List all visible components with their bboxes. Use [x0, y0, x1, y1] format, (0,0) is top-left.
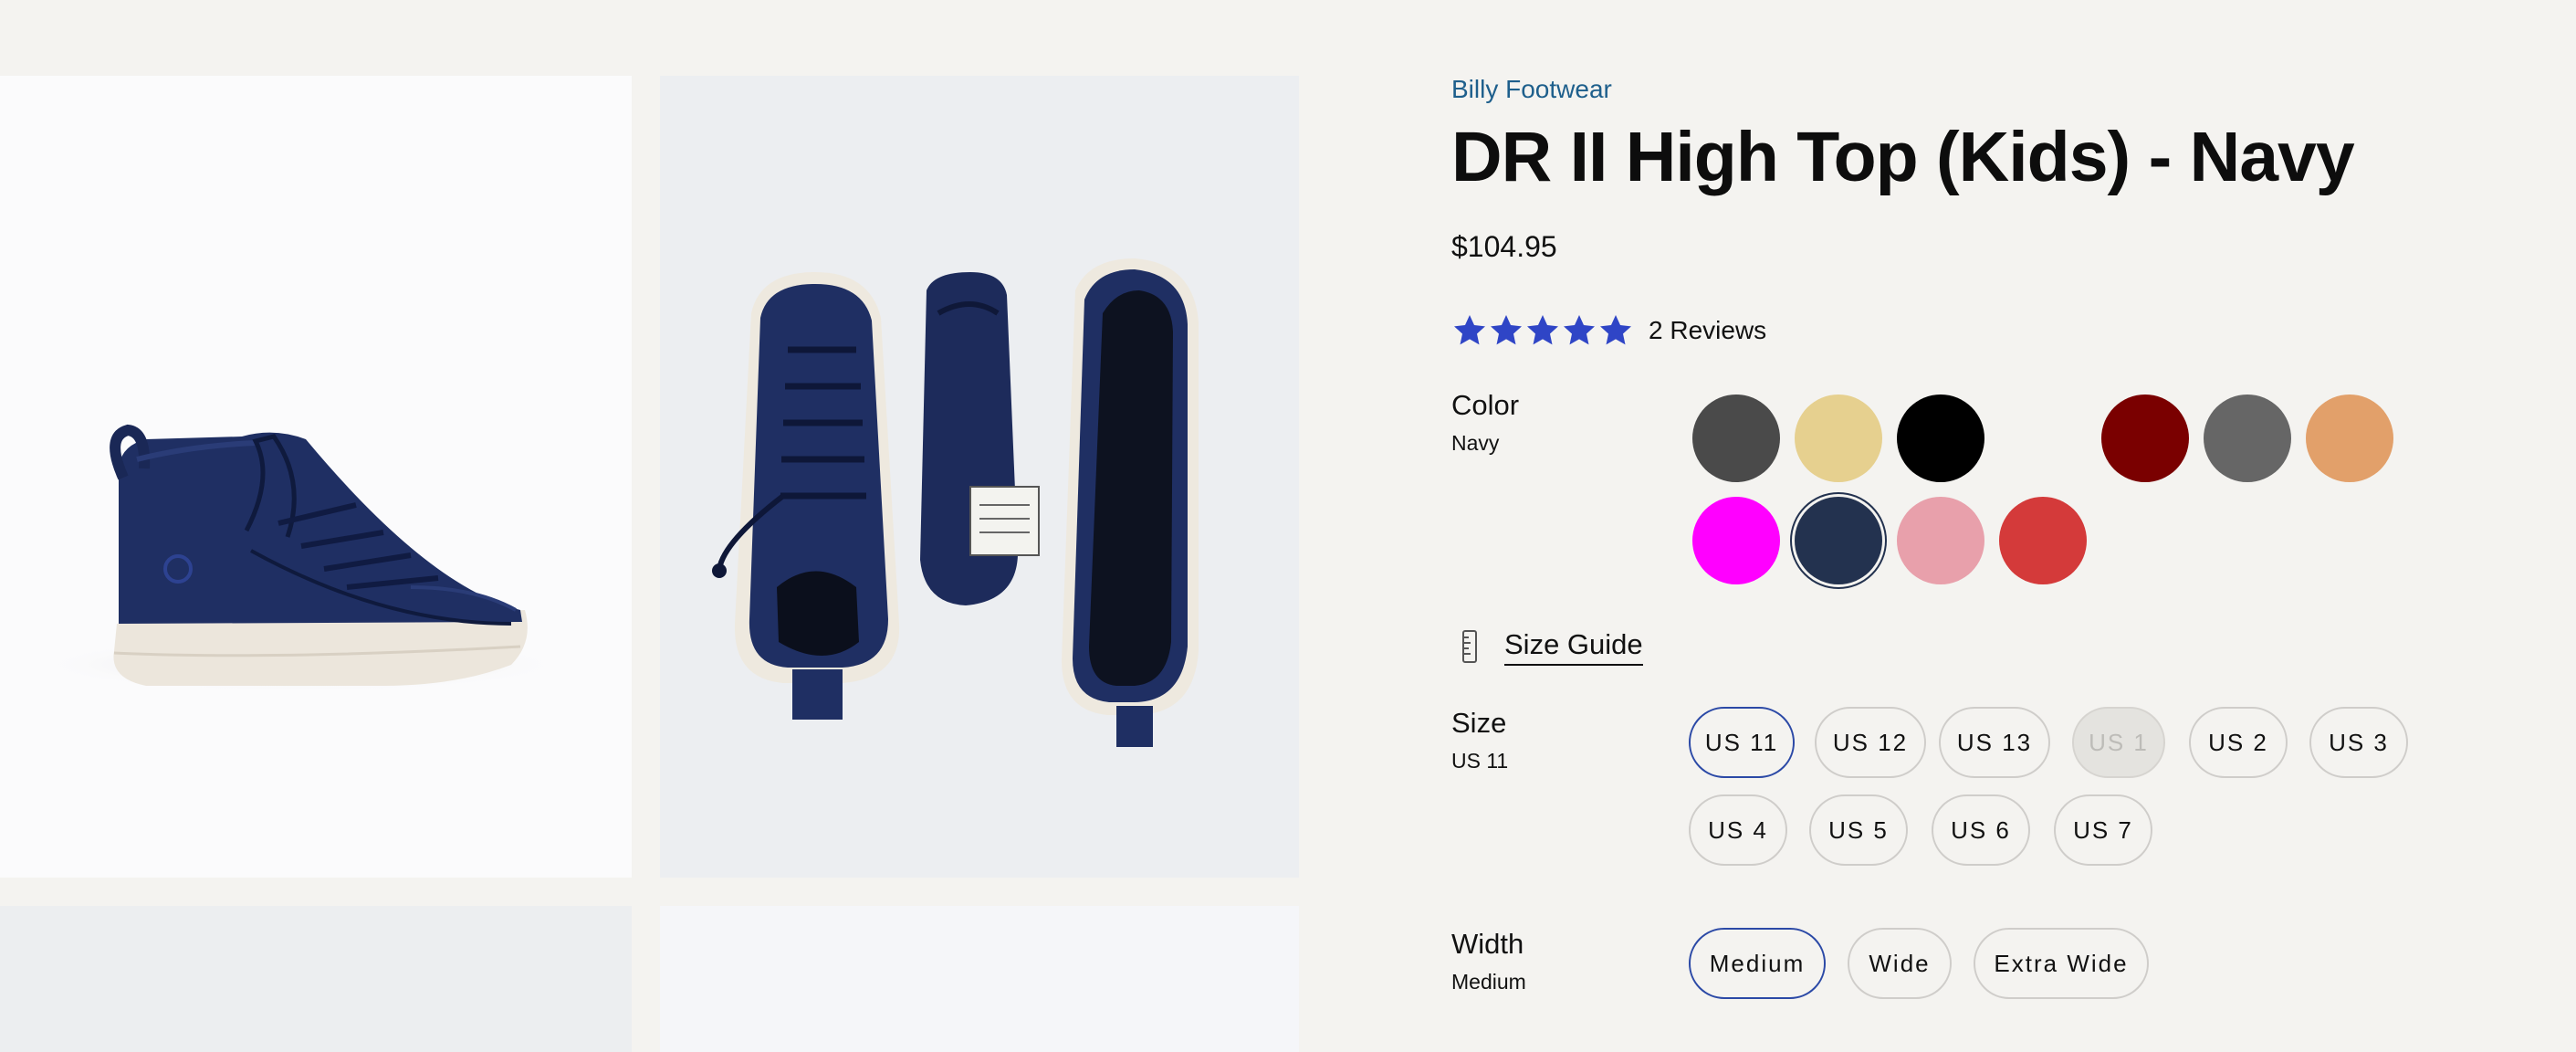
size-guide-link[interactable]: Size Guide [1451, 628, 1643, 666]
size-option[interactable]: US 11 [1689, 707, 1795, 778]
ruler-icon [1462, 630, 1477, 663]
size-option[interactable]: US 2 [2189, 707, 2288, 778]
size-selected-value: US 11 [1451, 749, 1509, 773]
rating-summary[interactable]: 2 Reviews [1451, 312, 1766, 349]
color-swatch-navy[interactable] [1795, 497, 1882, 584]
product-price: $104.95 [1451, 230, 1557, 263]
color-label: Color [1451, 389, 1520, 421]
color-selected-value: Navy [1451, 431, 1500, 455]
color-swatch[interactable] [1692, 497, 1780, 584]
product-info-panel: Billy Footwear DR II High Top (Kids) - N… [1451, 0, 2547, 1052]
width-option[interactable]: Extra Wide [1974, 928, 2149, 999]
product-image-4[interactable] [660, 906, 1299, 1052]
star-icon [1524, 312, 1561, 349]
product-title: DR II High Top (Kids) - Navy [1451, 118, 2355, 196]
size-option: US 1 [2072, 707, 2165, 778]
size-option[interactable]: US 13 [1939, 707, 2050, 778]
product-image-3[interactable] [0, 906, 632, 1052]
color-swatch[interactable] [1795, 394, 1882, 482]
high-top-shoe-side-image [37, 424, 566, 692]
size-option[interactable]: US 12 [1815, 707, 1926, 778]
product-image-side-view[interactable] [0, 76, 632, 878]
color-swatch[interactable] [1692, 394, 1780, 482]
color-swatch[interactable] [1897, 394, 1984, 482]
color-swatches [1692, 394, 2423, 595]
star-icon [1561, 312, 1597, 349]
color-swatch[interactable] [2204, 394, 2291, 482]
product-image-top-view[interactable] [660, 76, 1299, 878]
width-selected-value: Medium [1451, 970, 1526, 994]
reviews-link[interactable]: 2 Reviews [1649, 316, 1766, 345]
size-option[interactable]: US 3 [2309, 707, 2408, 778]
brand-link[interactable]: Billy Footwear [1451, 75, 1612, 104]
size-guide-label[interactable]: Size Guide [1504, 628, 1643, 666]
size-option[interactable]: US 7 [2054, 794, 2152, 866]
star-icon [1451, 312, 1488, 349]
size-option[interactable]: US 6 [1932, 794, 2030, 866]
star-icon [1597, 312, 1634, 349]
color-swatch[interactable] [1999, 394, 2087, 482]
color-swatch[interactable] [2306, 394, 2393, 482]
color-swatch[interactable] [2101, 394, 2189, 482]
width-label: Width [1451, 928, 1524, 960]
color-swatch[interactable] [1897, 497, 1984, 584]
width-option[interactable]: Medium [1689, 928, 1826, 999]
width-option[interactable]: Wide [1848, 928, 1952, 999]
size-option[interactable]: US 4 [1689, 794, 1787, 866]
size-label: Size [1451, 707, 1507, 739]
size-option[interactable]: US 5 [1809, 794, 1908, 866]
color-swatch[interactable] [1999, 497, 2087, 584]
star-icon [1488, 312, 1524, 349]
shoe-pair-top-view-image [712, 258, 1199, 747]
